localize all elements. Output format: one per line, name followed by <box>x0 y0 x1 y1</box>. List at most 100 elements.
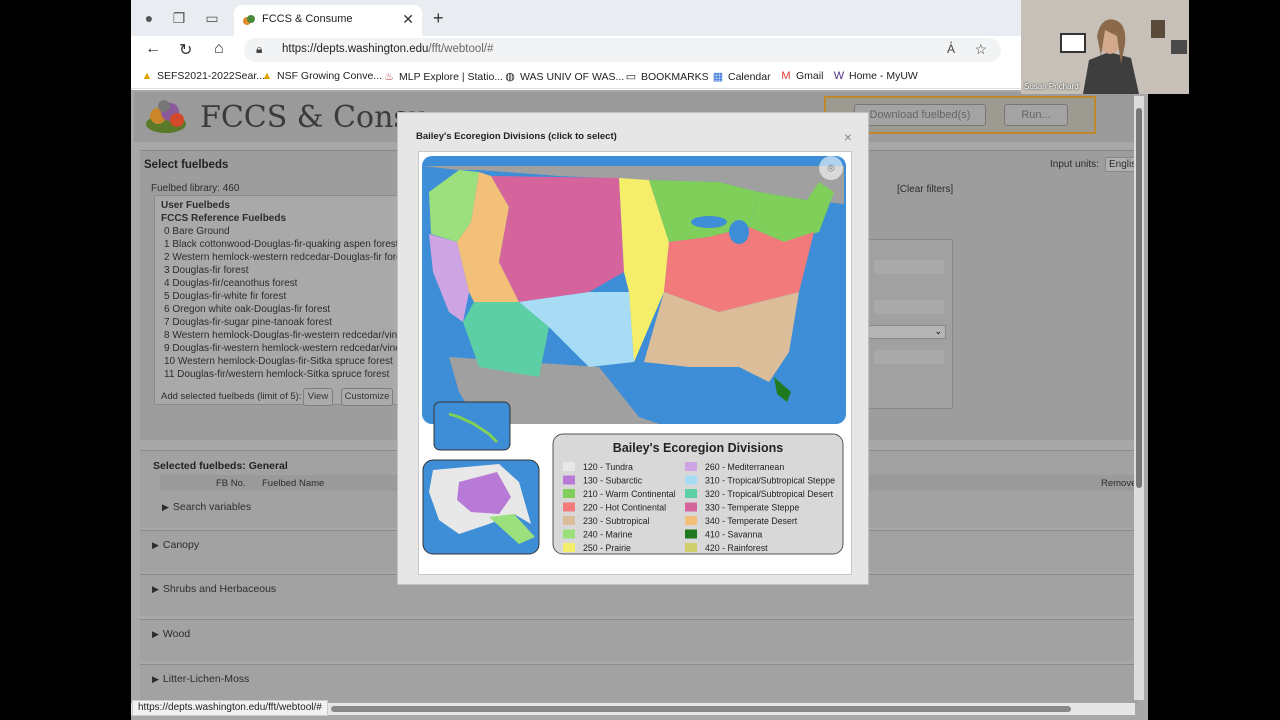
search-variables-toggle[interactable]: ▶ Search variables <box>162 501 251 513</box>
legend-label: 410 - Savanna <box>705 530 762 540</box>
webcam-video: Susan Prichard <box>1021 0 1189 94</box>
legend-swatch <box>685 543 697 552</box>
library-label: Fuelbed library: 460 <box>151 183 240 194</box>
globe-icon: ◍ <box>505 71 515 83</box>
reference-fuelbeds-group[interactable]: FCCS Reference Fuelbeds <box>161 213 286 224</box>
list-item[interactable]: 10 Western hemlock-Douglas-fir-Sitka spr… <box>164 356 393 367</box>
bookmark-item[interactable]: ▲ NSF Growing Conve... <box>261 70 383 82</box>
list-item[interactable]: 5 Douglas-fir-white fir forest <box>164 291 286 302</box>
legend-label: 260 - Mediterranean <box>705 462 784 472</box>
chevron-down-icon: ⌄ <box>934 326 942 336</box>
list-item[interactable]: 1 Black cottonwood-Douglas-fir-quaking a… <box>164 239 399 250</box>
legend-swatch <box>563 462 575 471</box>
section-wood[interactable]: ▶ Wood <box>140 619 1138 661</box>
expand-triangle-icon: ▶ <box>152 629 159 639</box>
legend-label: 230 - Subtropical <box>583 516 650 526</box>
dialog-title: Bailey's Ecoregion Divisions (click to s… <box>416 131 617 142</box>
hawaii-inset[interactable] <box>433 401 511 451</box>
legend-title: Bailey's Ecoregion Divisions <box>613 441 783 455</box>
scroll-thumb[interactable] <box>331 706 1071 712</box>
home-icon[interactable]: ⌂ <box>214 40 224 58</box>
legend-label: 330 - Temperate Steppe <box>705 503 799 513</box>
back-icon[interactable]: ← <box>145 40 161 58</box>
list-item[interactable]: 6 Oregon white oak-Douglas-fir forest <box>164 304 330 315</box>
filter-field[interactable] <box>874 260 944 274</box>
app-title: FCCS & Consu <box>200 100 429 135</box>
list-item[interactable]: 2 Western hemlock-western redcedar-Dougl… <box>164 252 409 263</box>
profile-icon[interactable]: ● <box>141 10 157 26</box>
bookmark-item[interactable]: M Gmail <box>780 70 823 82</box>
list-item[interactable]: 7 Douglas-fir-sugar pine-tanoak forest <box>164 317 332 328</box>
expand-triangle-icon: ▶ <box>152 584 159 594</box>
section-label: ▶ Litter-Lichen-Moss <box>152 673 250 685</box>
tab-title: FCCS & Consume <box>262 13 353 25</box>
lock-icon[interactable]: 🔒︎ <box>256 42 262 57</box>
add-selected-label: Add selected fuelbeds (limit of 5): <box>161 391 302 402</box>
scroll-thumb[interactable] <box>1136 108 1142 488</box>
filter-field[interactable] <box>874 300 944 314</box>
tab-close-icon[interactable]: ✕ <box>402 11 414 28</box>
section-label: ▶ Canopy <box>152 539 200 551</box>
browser-window: ● ❐ ▭ FCCS & Consume ✕ + ← ↻ ⌂ 🔒︎ https:… <box>131 0 1148 720</box>
bookmark-item[interactable]: ♨ MLP Explore | Statio... <box>383 70 503 83</box>
legend-label: 320 - Tropical/Subtropical Desert <box>705 489 834 499</box>
map-graphic[interactable]: Bailey's Ecoregion Divisions 120 - Tundr… <box>419 152 851 574</box>
status-url: https://depts.washington.edu/fft/webtool… <box>132 700 328 716</box>
legend-swatch <box>563 543 575 552</box>
address-bar[interactable]: 🔒︎ https://depts.washington.edu/fft/webt… <box>244 38 1001 62</box>
vertical-scrollbar[interactable] <box>1134 96 1144 700</box>
list-item[interactable]: 3 Douglas-fir forest <box>164 265 248 276</box>
selected-title: Selected fuelbeds: General <box>153 460 288 472</box>
user-fuelbeds-group[interactable]: User Fuelbeds <box>161 200 230 211</box>
favorite-star-icon[interactable]: ☆ <box>974 41 987 58</box>
tab-strip: ● ❐ ▭ FCCS & Consume ✕ + <box>131 0 1148 36</box>
filter-select[interactable]: ⌄ <box>868 325 946 339</box>
uw-icon: W <box>833 70 845 82</box>
workspaces-icon[interactable]: ❐ <box>171 10 187 26</box>
list-item[interactable]: 9 Douglas-fir-western hemlock-western re… <box>164 343 417 354</box>
panel-title: Select fuelbeds <box>144 159 229 171</box>
section-label: ▶ Wood <box>152 628 191 640</box>
filter-field[interactable] <box>874 350 944 364</box>
ecoregion-map[interactable]: Bailey's Ecoregion Divisions 120 - Tundr… <box>418 151 852 575</box>
view-button[interactable]: View <box>303 388 333 406</box>
tab-fccs[interactable]: FCCS & Consume ✕ <box>234 5 422 36</box>
reload-icon[interactable]: ↻ <box>179 40 192 60</box>
column-fbno: FB No. <box>216 478 246 489</box>
list-item[interactable]: 0 Bare Ground <box>164 226 230 237</box>
new-tab-icon[interactable]: + <box>433 8 444 29</box>
legend-swatch <box>563 516 575 525</box>
camera-icon[interactable]: ⌾ <box>819 156 843 180</box>
legend-swatch <box>563 529 575 539</box>
fuelbed-list[interactable]: User Fuelbeds FCCS Reference Fuelbeds 0 … <box>154 195 419 406</box>
close-icon[interactable]: × <box>844 129 852 145</box>
customize-button[interactable]: Customize <box>341 388 393 406</box>
bookmark-item[interactable]: ▭ BOOKMARKS <box>625 70 709 83</box>
legend-swatch <box>685 529 697 539</box>
bookmark-item[interactable]: W Home - MyUW <box>833 70 918 82</box>
download-fuelbeds-button[interactable]: Download fuelbed(s) <box>854 104 986 126</box>
run-button[interactable]: Run... <box>1004 104 1068 126</box>
tab-actions-icon[interactable]: ▭ <box>204 10 220 26</box>
column-remove: Remove <box>1101 478 1137 489</box>
clear-filters-link[interactable]: [Clear filters] <box>897 184 953 195</box>
section-label: ▶ Shrubs and Herbaceous <box>152 583 277 595</box>
list-item[interactable]: 4 Douglas-fir/ceanothus forest <box>164 278 297 289</box>
bookmark-item[interactable]: ▦ Calendar <box>712 70 771 83</box>
region-temperate-steppe[interactable] <box>491 176 624 302</box>
expand-triangle-icon: ▶ <box>152 674 159 684</box>
navigation-toolbar: ← ↻ ⌂ 🔒︎ https://depts.washington.edu/ff… <box>131 36 1148 64</box>
input-units-label: Input units: <box>1050 159 1099 170</box>
list-item[interactable]: 8 Western hemlock-Douglas-fir-western re… <box>164 330 419 341</box>
screen: ● ❐ ▭ FCCS & Consume ✕ + ← ↻ ⌂ 🔒︎ https:… <box>0 0 1280 720</box>
read-aloud-icon[interactable]: A᷾ <box>947 42 955 56</box>
legend-swatch <box>563 489 575 498</box>
legend-swatch <box>563 475 575 485</box>
list-item[interactable]: 11 Douglas-fir/western hemlock-Sitka spr… <box>164 369 389 380</box>
legend-label: 240 - Marine <box>583 530 632 540</box>
drive-icon: ▲ <box>261 70 273 82</box>
bookmark-item[interactable]: ▲ SEFS2021-2022Sear... <box>141 70 265 82</box>
legend-swatch <box>685 516 697 525</box>
bookmark-item[interactable]: ◍ WAS UNIV OF WAS... <box>504 70 624 83</box>
participant-name: Susan Prichard <box>1024 82 1079 91</box>
